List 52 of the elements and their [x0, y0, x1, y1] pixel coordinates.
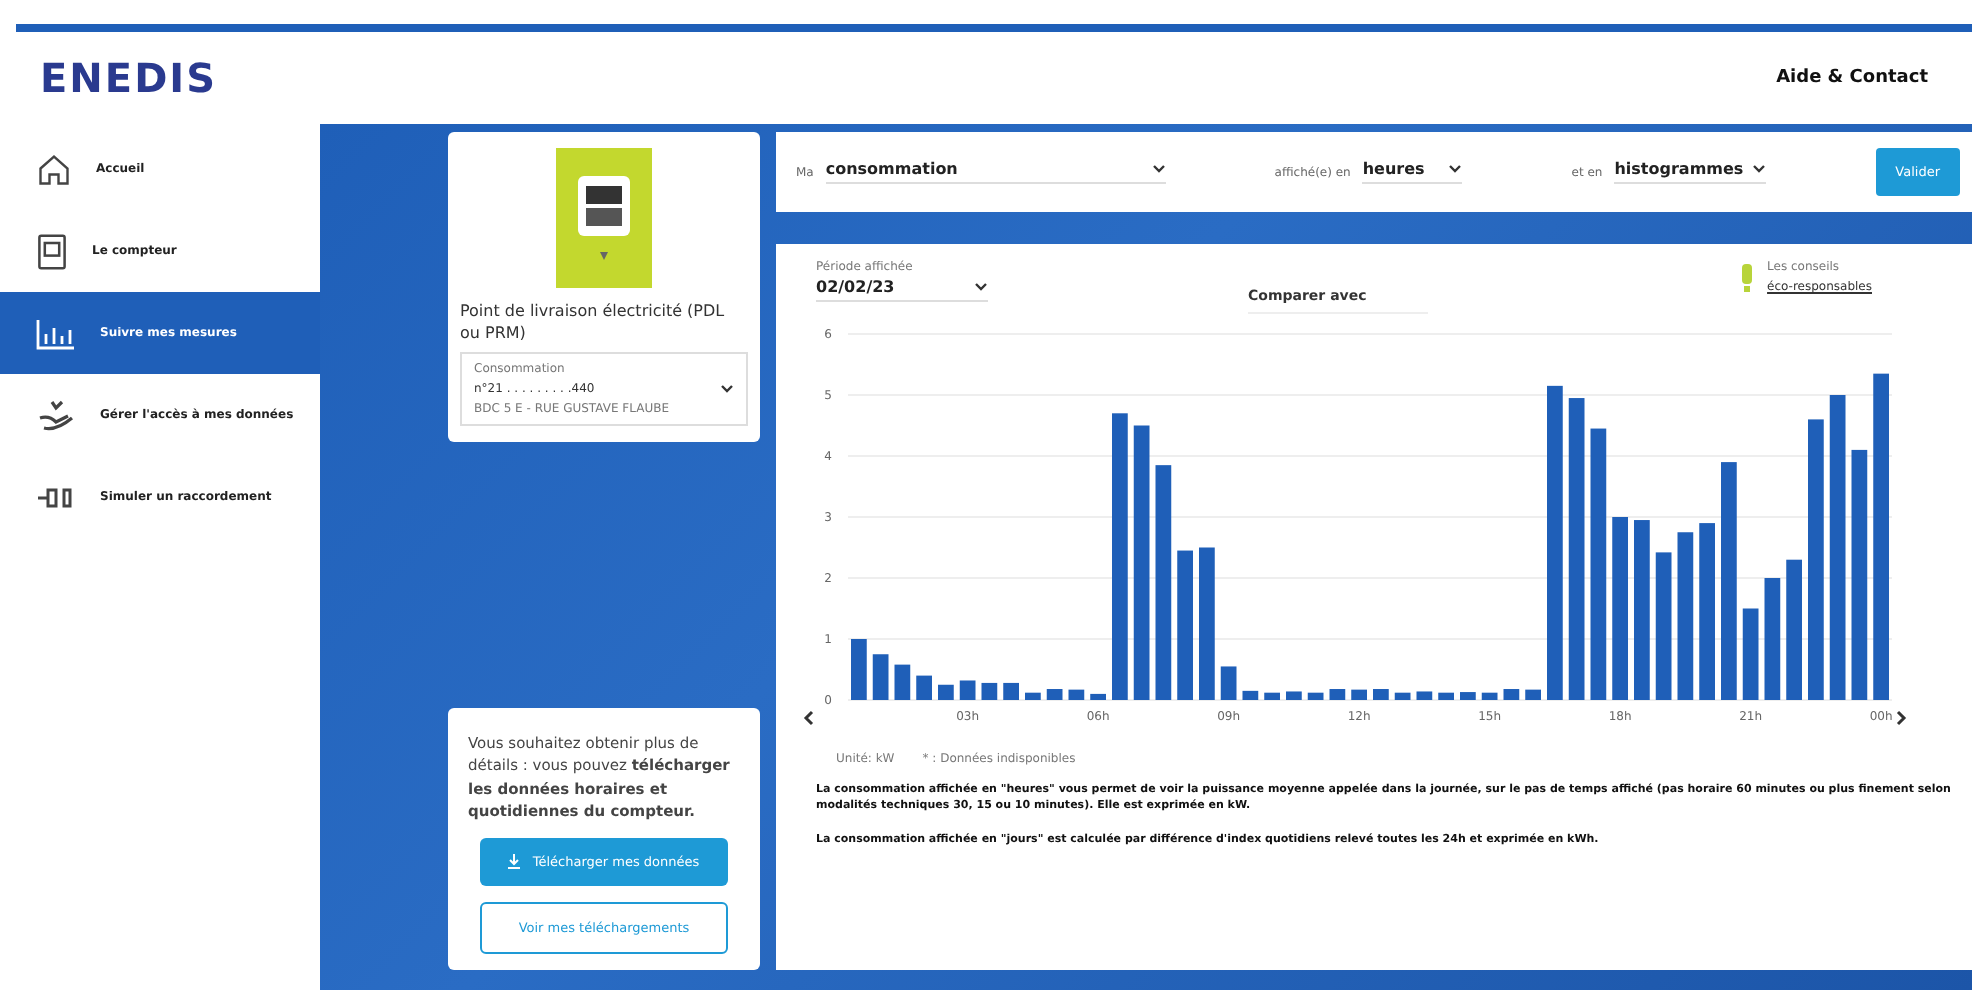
chart-bar [1394, 692, 1411, 700]
chevron-down-icon [1448, 164, 1463, 174]
home-icon [36, 151, 72, 187]
help-link[interactable]: Aide & Contact [1776, 68, 1928, 88]
hand-icon [36, 397, 76, 433]
measure-dropdown[interactable]: consommation [825, 160, 1166, 184]
chart-bar [1264, 692, 1280, 700]
type-dropdown[interactable]: histogrammes [1614, 160, 1767, 184]
chart-bar [1438, 692, 1454, 700]
chart-bar [938, 684, 954, 700]
unit-dropdown[interactable]: heures [1362, 160, 1463, 184]
chart-bar [1003, 682, 1019, 700]
chart-bar [872, 654, 889, 700]
chevron-down-icon [720, 384, 734, 395]
chart-bar [1351, 689, 1367, 700]
plug-icon [36, 485, 76, 509]
chevron-down-icon [1151, 164, 1166, 174]
chart-bar [1503, 689, 1520, 700]
scroll-right-icon[interactable] [1896, 710, 1907, 726]
chart-bar [959, 680, 976, 700]
chart-bar [981, 682, 998, 700]
bar-chart-icon [36, 317, 76, 349]
chart-bar [1764, 578, 1781, 700]
chart-bar [1373, 689, 1389, 700]
chart-bar [1025, 692, 1041, 700]
chart-bar [1220, 666, 1237, 700]
lightbulb-icon [1741, 263, 1752, 291]
chevron-down-icon [1752, 164, 1767, 174]
chart-bar [1329, 689, 1346, 700]
chart-bar [1090, 693, 1106, 700]
chart-bar [1307, 692, 1324, 700]
scroll-left-icon[interactable] [803, 710, 814, 726]
chart-bar [851, 639, 867, 700]
chart-bar [1286, 691, 1302, 700]
chart-bar [1416, 691, 1433, 700]
chart-bar [1481, 692, 1498, 700]
meter-icon [556, 148, 652, 288]
chart-bar [1786, 559, 1802, 700]
chart-bar [1742, 608, 1759, 700]
chart-bar [1046, 689, 1063, 700]
meter-icon [36, 233, 68, 269]
delivery-point-title: Point de livraison électricité (PDL ou PRM) [460, 300, 727, 345]
download-icon [508, 854, 521, 870]
logo[interactable]: ENEDIS [40, 54, 218, 102]
chart-bar [1242, 690, 1259, 700]
chart-bar [894, 664, 911, 700]
chart-bar [1068, 689, 1085, 700]
period-dropdown[interactable]: 02/02/23 [816, 278, 988, 302]
chart-bar [916, 675, 932, 700]
chart-bar [1460, 692, 1476, 700]
chart-bar [1525, 689, 1541, 700]
chevron-down-icon [974, 282, 988, 292]
